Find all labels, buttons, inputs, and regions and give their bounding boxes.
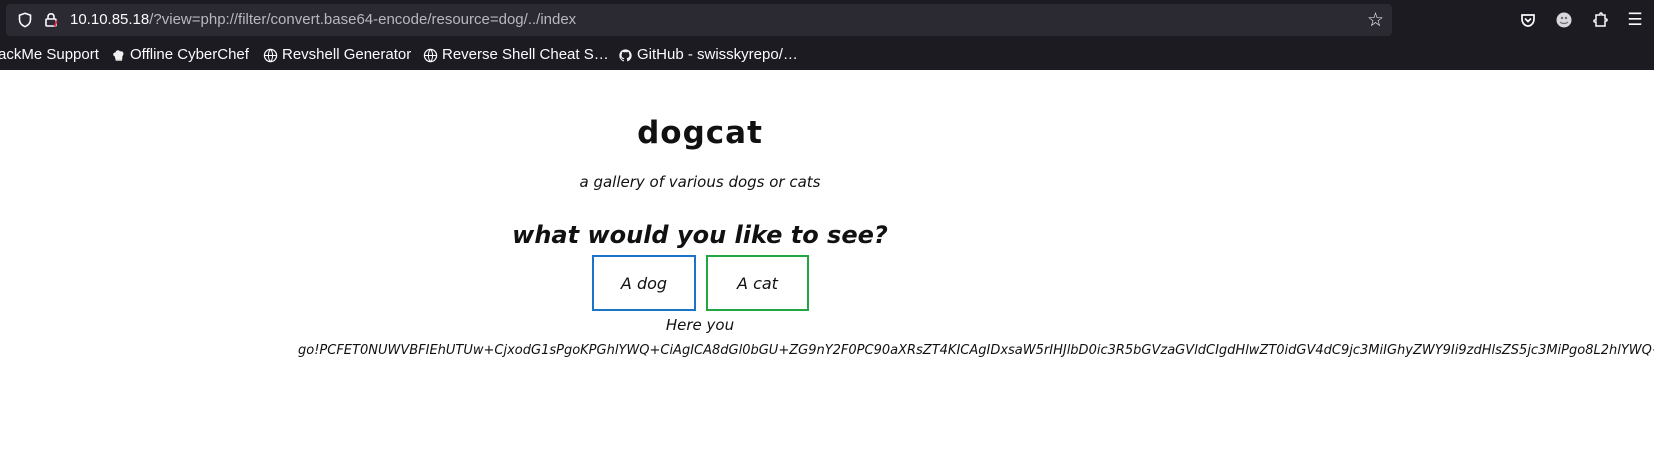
address-bar[interactable]: 10.10.85.18/?view=php://filter/convert.b… bbox=[6, 4, 1392, 36]
web-page-content: dogcat a gallery of various dogs or cats… bbox=[0, 70, 1654, 451]
url-path: /?view=php://filter/convert.base64-encod… bbox=[149, 11, 577, 28]
bookmark-label: Offline CyberChef bbox=[130, 46, 249, 63]
bookmark-item-tryhackme-support[interactable]: ackMe Support bbox=[0, 45, 99, 65]
cat-button[interactable]: A cat bbox=[706, 255, 809, 311]
page-subtitle: a gallery of various dogs or cats bbox=[579, 173, 821, 191]
insecure-lock-icon[interactable] bbox=[43, 12, 59, 28]
bookmarks-toolbar: ackMe Support Offline CyberChef Revshell… bbox=[0, 41, 1654, 68]
question-heading: what would you like to see? bbox=[512, 220, 888, 249]
url-text[interactable]: 10.10.85.18/?view=php://filter/convert.b… bbox=[70, 11, 576, 29]
extensions-icon[interactable] bbox=[1590, 10, 1610, 30]
bookmark-label: Revshell Generator bbox=[282, 46, 412, 63]
bookmark-label: ackMe Support bbox=[0, 46, 99, 63]
page-title: dogcat bbox=[637, 114, 763, 151]
github-icon bbox=[617, 47, 633, 63]
base64-output: go!PCFET0NUWVBFIEhUTUw+CjxodG1sPgoKPGhlY… bbox=[298, 343, 1654, 358]
browser-chrome: 10.10.85.18/?view=php://filter/convert.b… bbox=[0, 0, 1654, 70]
chef-hat-icon bbox=[110, 47, 126, 63]
bookmark-label: GitHub - swisskyrepo/… bbox=[637, 46, 798, 63]
bookmark-item-github-swisskyrepo[interactable]: GitHub - swisskyrepo/… bbox=[617, 45, 798, 65]
bookmark-item-offline-cyberchef[interactable]: Offline CyberChef bbox=[110, 45, 249, 65]
pocket-icon[interactable] bbox=[1518, 10, 1538, 30]
shield-icon[interactable] bbox=[17, 12, 33, 28]
dog-button[interactable]: A dog bbox=[592, 255, 696, 311]
account-avatar-icon[interactable] bbox=[1554, 10, 1574, 30]
bookmark-item-revshell-generator[interactable]: Revshell Generator bbox=[262, 45, 411, 65]
bookmark-star-icon[interactable]: ☆ bbox=[1367, 11, 1384, 30]
navigation-toolbar: 10.10.85.18/?view=php://filter/convert.b… bbox=[0, 0, 1654, 40]
bookmark-label: Reverse Shell Cheat S… bbox=[442, 46, 609, 63]
menu-icon[interactable]: ☰ bbox=[1625, 10, 1645, 30]
globe-icon bbox=[422, 47, 438, 63]
globe-icon bbox=[262, 47, 278, 63]
url-host: 10.10.85.18 bbox=[70, 11, 150, 28]
bookmark-item-reverse-shell-cheat-sheet[interactable]: Reverse Shell Cheat S… bbox=[422, 45, 609, 65]
result-label: Here you bbox=[665, 316, 735, 334]
